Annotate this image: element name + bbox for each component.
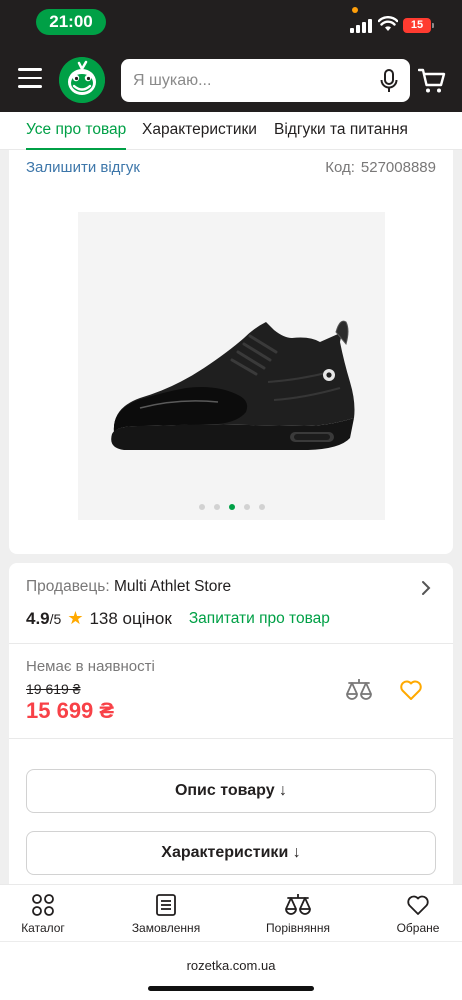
divider xyxy=(9,643,453,644)
home-indicator[interactable] xyxy=(148,986,314,991)
leave-review-link[interactable]: Залишити відгук xyxy=(26,159,140,176)
tab-all-about-product[interactable]: Усе про товар xyxy=(26,121,127,150)
characteristics-button[interactable]: Характеристики ↓ xyxy=(26,831,436,875)
ask-question-link[interactable]: Запитати про товар xyxy=(189,610,330,628)
heart-icon xyxy=(407,895,429,915)
compare-icon[interactable] xyxy=(345,677,373,703)
bottom-navigation: Каталог Замовлення Порівняння Обране xyxy=(0,884,462,941)
current-price: 15 699 ₴ xyxy=(26,698,115,723)
gallery-dot[interactable] xyxy=(198,504,205,510)
heart-icon[interactable] xyxy=(399,679,423,701)
product-tabs: Усе про товар Характеристики Відгуки та … xyxy=(0,112,462,150)
divider xyxy=(9,738,453,739)
nav-catalog[interactable]: Каталог xyxy=(0,893,93,935)
status-bar: 21:00 15 xyxy=(0,0,462,46)
gallery-dot[interactable] xyxy=(228,504,235,510)
product-info-card: Продавець: Multi Athlet Store 4.9 /5 ★ 1… xyxy=(9,563,453,884)
gallery-dot[interactable] xyxy=(213,504,220,510)
product-code-label: Код: xyxy=(325,159,355,176)
nav-orders-label: Замовлення xyxy=(131,921,201,935)
rating-score: 4.9 xyxy=(26,608,50,628)
signal-icon xyxy=(350,19,372,33)
search-bar[interactable] xyxy=(121,59,410,102)
rating-out-of: /5 xyxy=(49,610,62,627)
product-image[interactable] xyxy=(78,212,385,520)
app-header xyxy=(0,46,462,112)
catalog-icon xyxy=(32,894,54,916)
nav-compare-label: Порівняння xyxy=(266,921,330,935)
nav-favorites-label: Обране xyxy=(396,921,440,935)
seller-name: Multi Athlet Store xyxy=(113,578,232,595)
product-code: Код: 527008889 xyxy=(325,159,436,176)
seller-info[interactable]: Продавець: Multi Athlet Store xyxy=(26,578,231,596)
gallery-dot[interactable] xyxy=(243,504,250,510)
availability-status: Немає в наявності xyxy=(26,658,155,675)
browser-url-bar: rozetka.com.ua xyxy=(0,941,462,1000)
orders-icon xyxy=(156,894,176,916)
tab-reviews-questions[interactable]: Відгуки та питання xyxy=(274,121,408,139)
seller-label: Продавець: xyxy=(26,578,110,595)
old-price: 19 619 ₴ xyxy=(26,681,81,697)
wifi-icon xyxy=(378,16,398,31)
chevron-right-icon[interactable] xyxy=(421,580,431,596)
sneaker-image xyxy=(111,320,355,450)
status-time: 21:00 xyxy=(36,9,106,35)
compare-icon xyxy=(285,894,311,915)
nav-catalog-label: Каталог xyxy=(21,921,65,935)
battery-level: 15 xyxy=(403,18,434,33)
tab-characteristics[interactable]: Характеристики xyxy=(142,121,257,139)
microphone-icon[interactable] xyxy=(379,69,399,93)
recording-indicator xyxy=(352,7,358,13)
rozetka-logo[interactable] xyxy=(59,57,105,103)
search-input[interactable] xyxy=(133,59,373,102)
nav-orders[interactable]: Замовлення xyxy=(116,893,216,935)
rating-row: 4.9 /5 ★ 138 оцінок Запитати про товар xyxy=(26,608,330,629)
description-button[interactable]: Опис товару ↓ xyxy=(26,769,436,813)
cart-icon[interactable] xyxy=(418,68,446,94)
menu-icon[interactable] xyxy=(18,68,42,88)
gallery-dot[interactable] xyxy=(258,504,265,510)
nav-compare[interactable]: Порівняння xyxy=(248,893,348,935)
nav-favorites[interactable]: Обране xyxy=(368,893,462,935)
rating-count[interactable]: 138 оцінок xyxy=(89,609,171,629)
gallery-pagination xyxy=(78,504,385,510)
product-gallery-card: Залишити відгук Код: 527008889 xyxy=(9,150,453,554)
star-icon: ★ xyxy=(67,608,84,628)
url-text[interactable]: rozetka.com.ua xyxy=(0,958,462,973)
product-code-value: 527008889 xyxy=(360,159,436,176)
